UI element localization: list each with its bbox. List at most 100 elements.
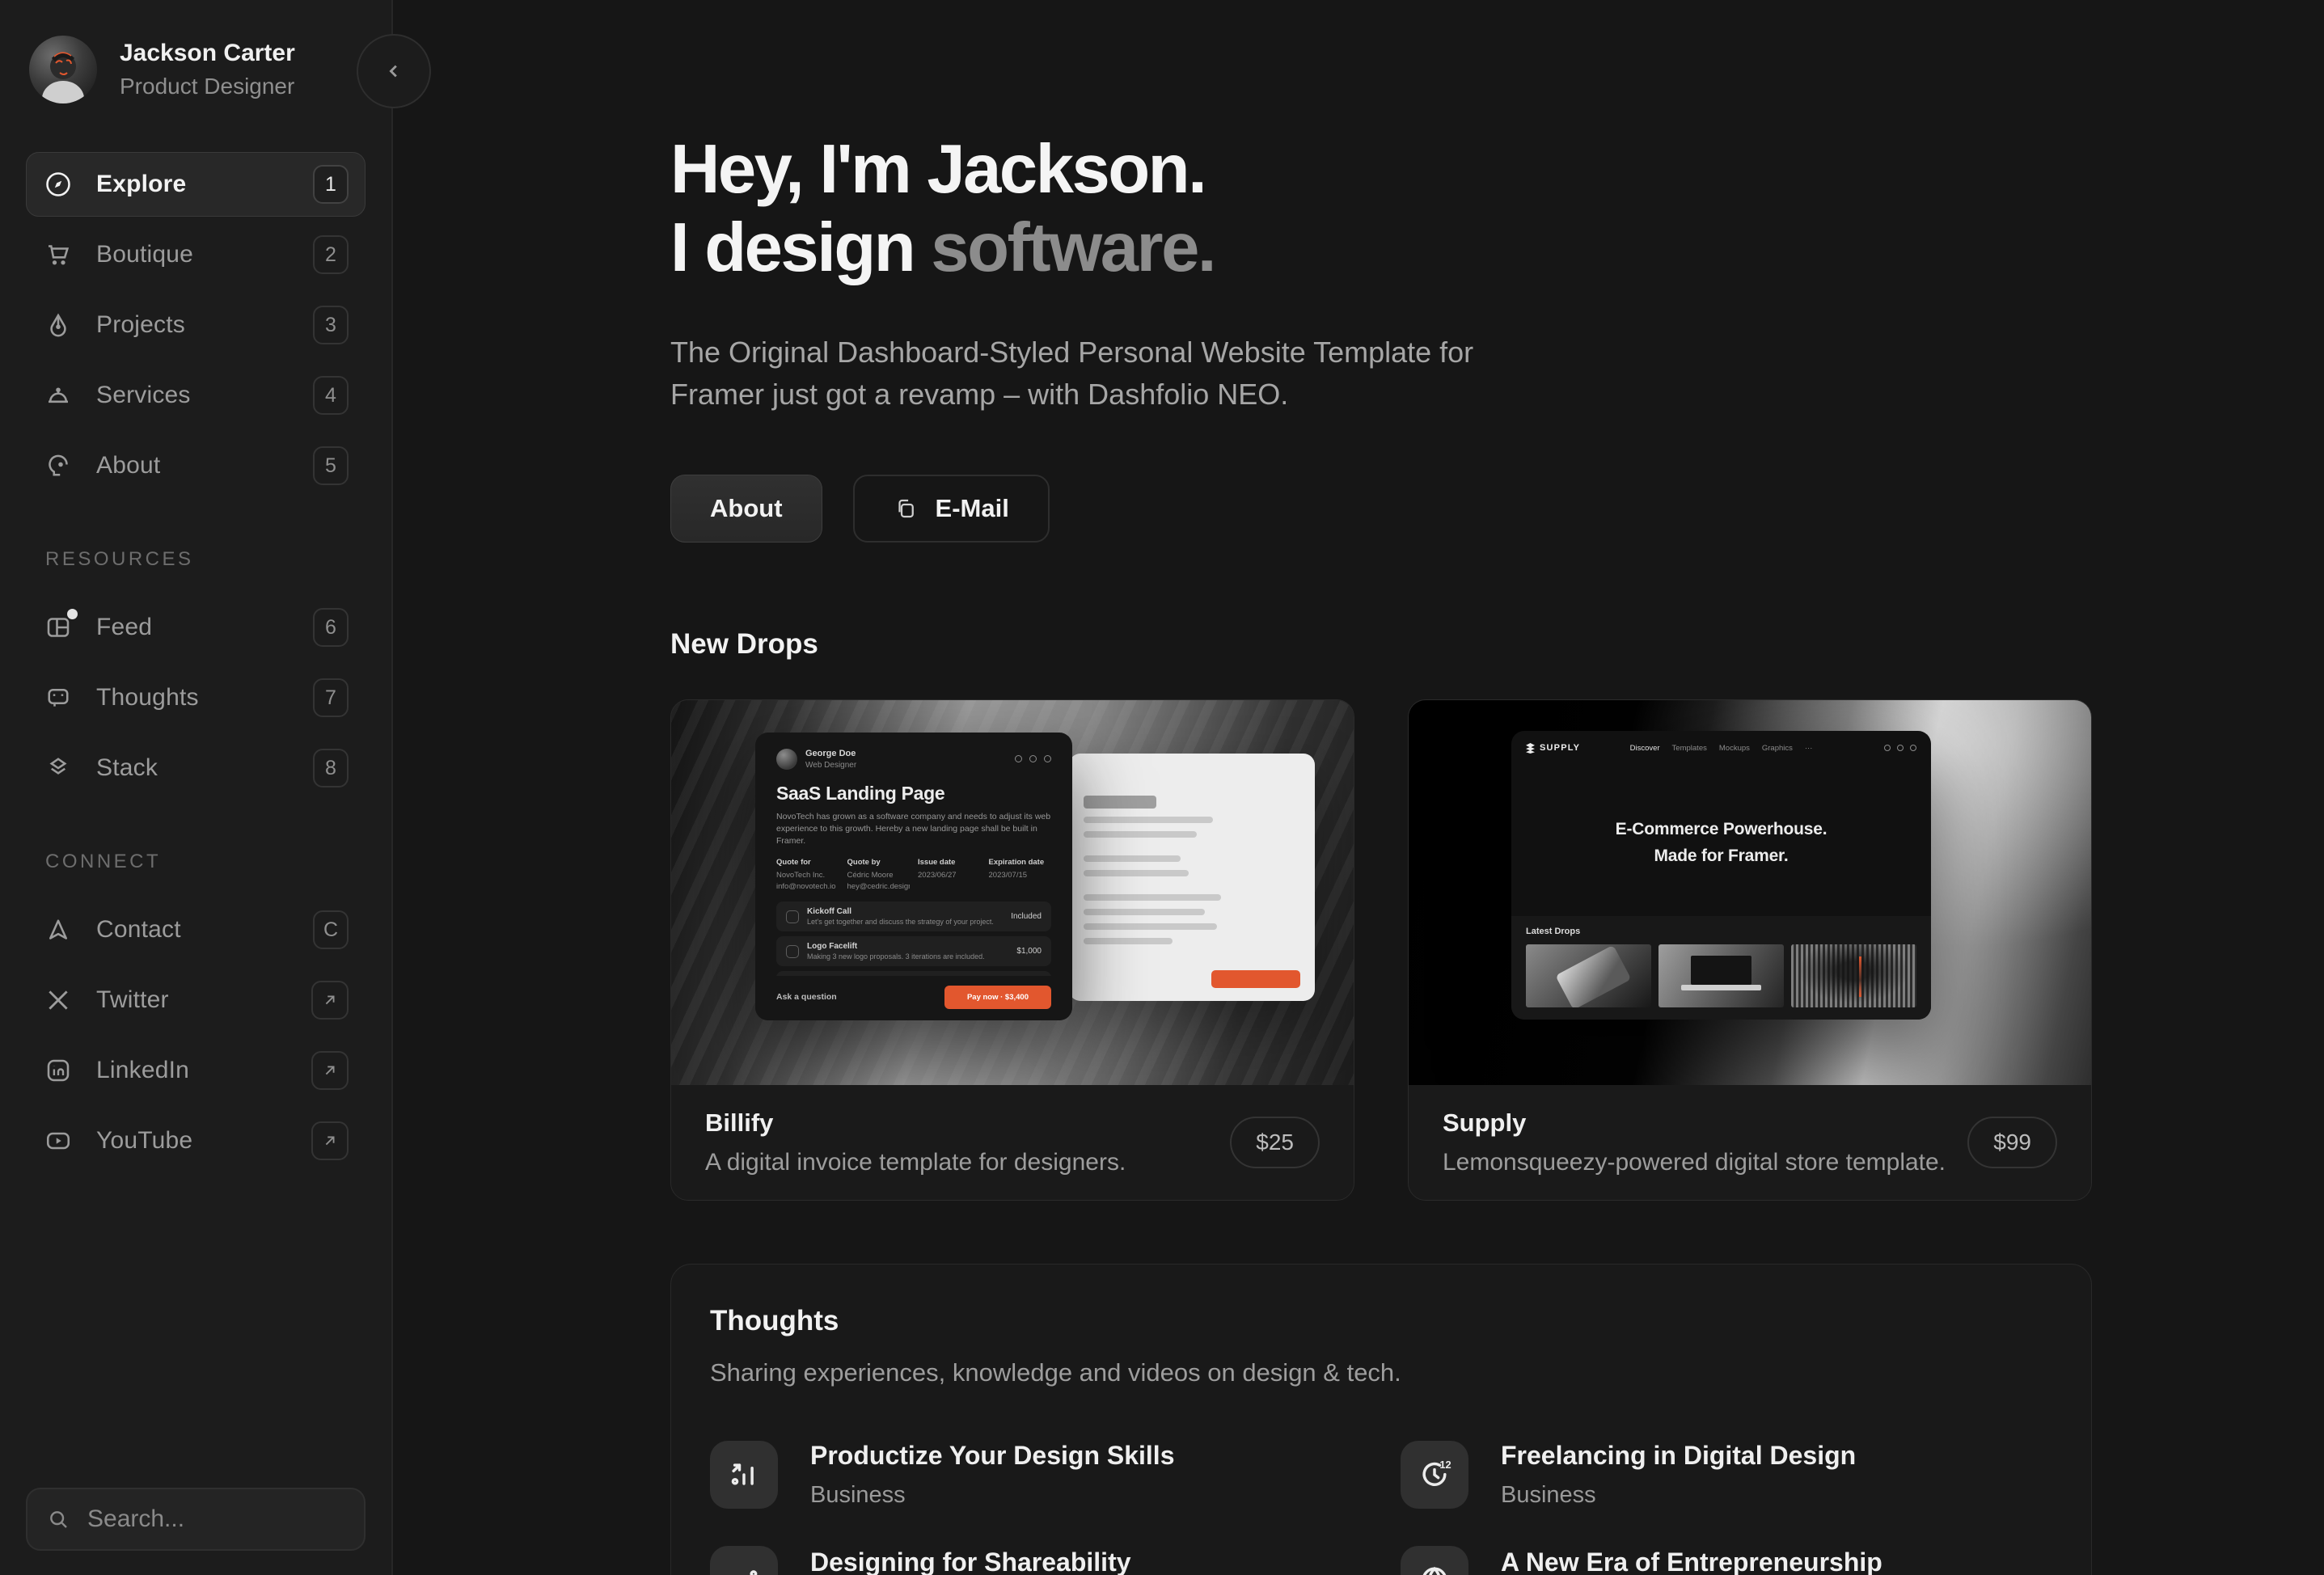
thought-item-shareability[interactable]: Designing for Shareability	[710, 1545, 1362, 1575]
profile-name: Jackson Carter	[120, 40, 295, 66]
supply-thumb-laptop	[1658, 944, 1784, 1007]
svg-text:12: 12	[1439, 1459, 1451, 1471]
sidebar-item-explore[interactable]: Explore 1	[26, 152, 366, 217]
meta-value: 2023/07/15	[988, 870, 1028, 880]
supply-headline: E-Commerce Powerhouse. Made for Framer.	[1511, 816, 1931, 870]
face-icon	[43, 450, 74, 481]
hero-buttons: About E-Mail	[670, 474, 2324, 543]
shortcut-badge: 6	[313, 608, 349, 647]
sidebar-item-twitter[interactable]: Twitter	[26, 968, 366, 1032]
shortcut-badge: 5	[313, 446, 349, 485]
supply-website-mockup: SUPPLY Discover Templates Mockups Graphi…	[1511, 730, 1931, 1020]
sidebar-item-label: Thoughts	[96, 684, 199, 711]
shortcut-badge: 8	[313, 749, 349, 788]
hero-subtitle: The Original Dashboard-Styled Personal W…	[670, 335, 1474, 412]
invoice-row: Kickoff Call Let's get together and disc…	[776, 902, 1051, 932]
thoughts-subtitle: Sharing experiences, knowledge and video…	[710, 1358, 1401, 1387]
sidebar-item-label: Contact	[96, 916, 181, 943]
search-input[interactable]	[87, 1505, 399, 1533]
external-link-icon	[311, 1051, 349, 1090]
connect-section-label: CONNECT	[45, 851, 162, 872]
product-description: A digital invoice template for designers…	[705, 1148, 1126, 1176]
product-price-badge: $25	[1230, 1116, 1320, 1168]
sidebar-item-services[interactable]: Services 4	[26, 363, 366, 428]
sidebar-item-stack[interactable]: Stack 8	[26, 736, 366, 800]
bell-icon	[43, 380, 74, 411]
sidebar-collapse-button[interactable]	[357, 34, 431, 108]
pen-nib-icon	[43, 310, 74, 340]
external-link-icon	[311, 981, 349, 1020]
about-button[interactable]: About	[670, 474, 822, 543]
sidebar-item-projects[interactable]: Projects 3	[26, 293, 366, 357]
sidebar-item-boutique[interactable]: Boutique 2	[26, 222, 366, 287]
invoice-question-link: Ask a question	[776, 992, 837, 1003]
supply-nav: Discover Templates Mockups Graphics ···	[1630, 744, 1813, 753]
thought-item-entrepreneurship[interactable]: A New Era of Entrepreneurship	[1401, 1545, 2052, 1575]
supply-social-icons	[1884, 745, 1916, 752]
sidebar-item-label: Explore	[96, 171, 187, 197]
email-button[interactable]: E-Mail	[852, 474, 1050, 543]
sidebar-item-linkedin[interactable]: LinkedIn	[26, 1038, 366, 1103]
thought-title: Freelancing in Digital Design	[1501, 1440, 1857, 1470]
product-name: Billify	[705, 1108, 774, 1137]
sidebar-item-feed[interactable]: Feed 6	[26, 595, 366, 660]
hero-line2-white: I design	[670, 209, 916, 286]
supply-thumb-portrait	[1791, 944, 1916, 1007]
supply-header: SUPPLY Discover Templates Mockups Graphi…	[1511, 731, 1931, 766]
thought-title: Designing for Shareability	[810, 1547, 1131, 1575]
sidebar-item-label: Feed	[96, 614, 153, 640]
shortcut-badge: 7	[313, 678, 349, 717]
globe-icon	[1401, 1545, 1468, 1575]
invoice-footer: Ask a question Pay now · $3,400	[755, 975, 1072, 1020]
meta-value: hey@cedric.design	[847, 881, 911, 891]
search-bar[interactable]: S	[26, 1488, 450, 1551]
thought-item-productize[interactable]: Productize Your Design Skills Business	[710, 1440, 1362, 1509]
sidebar-item-contact[interactable]: Contact C	[26, 897, 366, 962]
paper-plane-icon	[43, 914, 74, 945]
thought-category: Business	[1501, 1481, 1596, 1508]
avatar	[29, 36, 97, 103]
invoice-author-role: Web Designer	[805, 760, 857, 770]
sidebar-item-label: Projects	[96, 311, 185, 338]
hero-line2-gray: software.	[931, 209, 1216, 286]
cart-icon	[43, 239, 74, 270]
meta-value: Cédric Moore	[847, 870, 894, 880]
profile[interactable]: Jackson Carter Product Designer	[26, 36, 366, 103]
product-card-supply[interactable]: SUPPLY Discover Templates Mockups Graphi…	[1408, 699, 2092, 1201]
invoice-pay-button: Pay now · $3,400	[944, 985, 1051, 1009]
supply-nav-more: ···	[1804, 743, 1813, 753]
meta-value: 2023/06/27	[918, 870, 957, 880]
billify-light-cta	[1211, 969, 1300, 988]
supply-preview-image: SUPPLY Discover Templates Mockups Graphi…	[1409, 699, 2091, 1085]
sidebar: Jackson Carter Product Designer Explore …	[0, 0, 450, 1575]
new-drops-title: New Drops	[670, 627, 818, 660]
meta-label: Quote by	[847, 857, 881, 867]
meta-label: Expiration date	[988, 857, 1045, 867]
linkedin-icon	[43, 1055, 74, 1086]
profile-role: Product Designer	[120, 74, 295, 99]
thoughts-grid: Productize Your Design Skills Business 1…	[710, 1440, 2052, 1575]
sidebar-item-thoughts[interactable]: Thoughts 7	[26, 665, 366, 730]
sidebar-item-label: Twitter	[96, 986, 169, 1013]
about-button-label: About	[710, 493, 783, 522]
email-button-label: E-Mail	[935, 493, 1009, 522]
sidebar-item-youtube[interactable]: YouTube	[26, 1108, 366, 1173]
thought-item-freelancing[interactable]: 12 Freelancing in Digital Design Busines…	[1401, 1440, 2052, 1509]
compass-icon	[43, 169, 74, 200]
sidebar-item-about[interactable]: About 5	[26, 433, 366, 498]
trend-line-icon	[710, 1545, 778, 1575]
external-link-icon	[311, 1121, 349, 1160]
line-item-desc: Making 3 new logo proposals. 3 iteration…	[807, 952, 985, 961]
product-name: Supply	[1443, 1108, 1527, 1137]
billify-light-invoice-mockup	[1069, 753, 1315, 1001]
billify-preview-image: George Doe Web Designer SaaS Landing Pag…	[671, 699, 1354, 1085]
product-card-billify[interactable]: George Doe Web Designer SaaS Landing Pag…	[670, 699, 1354, 1201]
product-price-badge: $99	[1967, 1116, 2057, 1168]
resources-section-label: RESOURCES	[45, 548, 194, 570]
invoice-author-avatar	[776, 748, 797, 770]
sidebar-item-label: Stack	[96, 754, 158, 781]
main-content: Hey, I'm Jackson. I design software. The…	[393, 0, 2324, 1575]
sidebar-item-label: Services	[96, 382, 191, 408]
mailbox-icon	[43, 682, 74, 713]
supply-logo: SUPPLY	[1526, 742, 1580, 754]
